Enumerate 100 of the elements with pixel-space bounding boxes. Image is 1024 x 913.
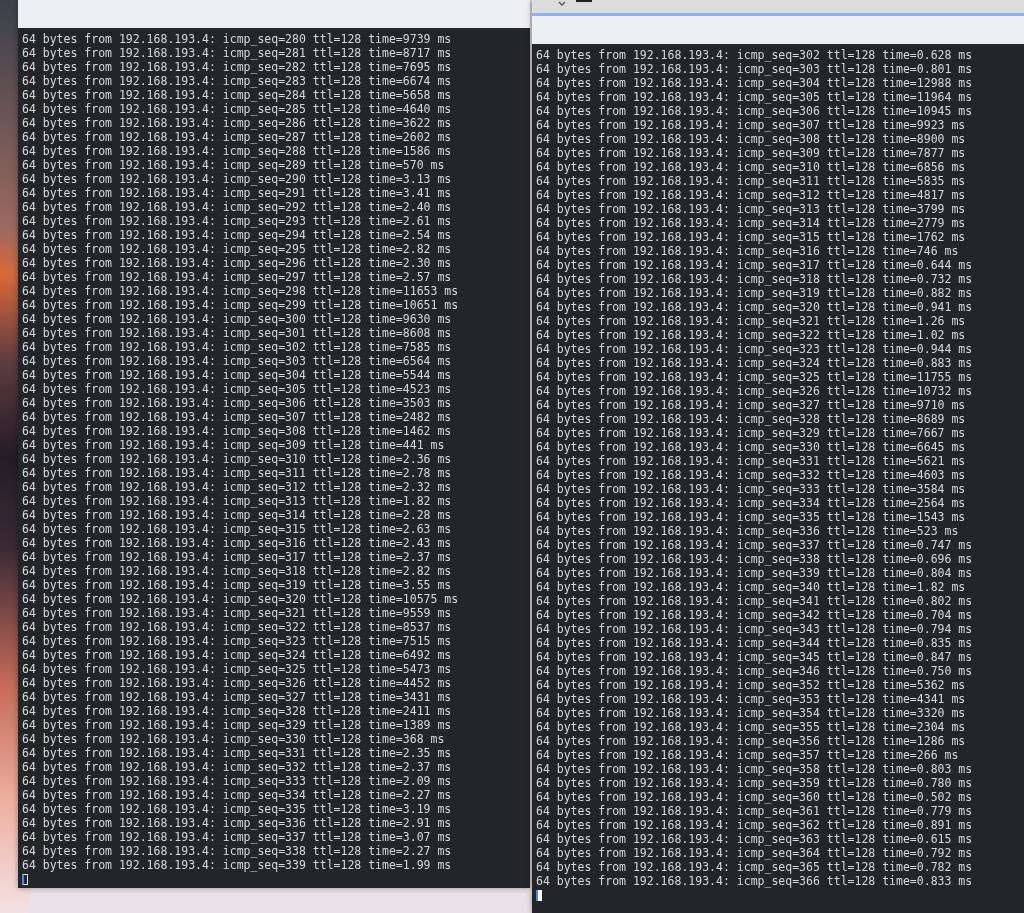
output-line: 64 bytes from 192.168.193.4: icmp_seq=312 ttl=128 time=2.32 ms bbox=[22, 480, 452, 494]
output-line: 64 bytes from 192.168.193.4: icmp_seq=345 ttl=128 time=0.847 ms bbox=[536, 650, 973, 664]
output-line: 64 bytes from 192.168.193.4: icmp_seq=291 ttl=128 time=3.41 ms bbox=[22, 186, 452, 200]
output-line: 64 bytes from 192.168.193.4: icmp_seq=301 ttl=128 time=8608 ms bbox=[22, 326, 452, 340]
output-line: 64 bytes from 192.168.193.4: icmp_seq=337 ttl=128 time=3.07 ms bbox=[22, 830, 452, 844]
output-line: 64 bytes from 192.168.193.4: icmp_seq=333 ttl=128 time=3584 ms bbox=[536, 482, 966, 496]
output-line: 64 bytes from 192.168.193.4: icmp_seq=302 ttl=128 time=7585 ms bbox=[22, 340, 452, 354]
output-line: 64 bytes from 192.168.193.4: icmp_seq=319 ttl=128 time=3.55 ms bbox=[22, 578, 452, 592]
output-line: 64 bytes from 192.168.193.4: icmp_seq=309 ttl=128 time=441 ms bbox=[22, 438, 445, 452]
output-line: 64 bytes from 192.168.193.4: icmp_seq=323 ttl=128 time=0.944 ms bbox=[536, 342, 973, 356]
output-line: 64 bytes from 192.168.193.4: icmp_seq=338 ttl=128 time=0.696 ms bbox=[536, 552, 973, 566]
output-line: 64 bytes from 192.168.193.4: icmp_seq=283 ttl=128 time=6674 ms bbox=[22, 74, 452, 88]
output-line: 64 bytes from 192.168.193.4: icmp_seq=366 ttl=128 time=0.833 ms bbox=[536, 874, 973, 888]
output-line: 64 bytes from 192.168.193.4: icmp_seq=324 ttl=128 time=0.883 ms bbox=[536, 356, 973, 370]
output-line: 64 bytes from 192.168.193.4: icmp_seq=318 ttl=128 time=0.732 ms bbox=[536, 272, 973, 286]
output-line: 64 bytes from 192.168.193.4: icmp_seq=361 ttl=128 time=0.779 ms bbox=[536, 804, 973, 818]
output-line: 64 bytes from 192.168.193.4: icmp_seq=292 ttl=128 time=2.40 ms bbox=[22, 200, 452, 214]
output-line: 64 bytes from 192.168.193.4: icmp_seq=332 ttl=128 time=4603 ms bbox=[536, 468, 966, 482]
output-line: 64 bytes from 192.168.193.4: icmp_seq=311 ttl=128 time=5835 ms bbox=[536, 174, 966, 188]
output-line: 64 bytes from 192.168.193.4: icmp_seq=294 ttl=128 time=2.54 ms bbox=[22, 228, 452, 242]
output-line: 64 bytes from 192.168.193.4: icmp_seq=310 ttl=128 time=2.36 ms bbox=[22, 452, 452, 466]
output-line: 64 bytes from 192.168.193.4: icmp_seq=321 ttl=128 time=1.26 ms bbox=[536, 314, 966, 328]
output-line: 64 bytes from 192.168.193.4: icmp_seq=329 ttl=128 time=7667 ms bbox=[536, 426, 966, 440]
output-line: 64 bytes from 192.168.193.4: icmp_seq=300 ttl=128 time=9630 ms bbox=[22, 312, 452, 326]
output-line: 64 bytes from 192.168.193.4: icmp_seq=324 ttl=128 time=6492 ms bbox=[22, 648, 452, 662]
output-line: 64 bytes from 192.168.193.4: icmp_seq=338 ttl=128 time=2.27 ms bbox=[22, 844, 452, 858]
output-line: 64 bytes from 192.168.193.4: icmp_seq=340 ttl=128 time=1.82 ms bbox=[536, 580, 966, 594]
output-line: 64 bytes from 192.168.193.4: icmp_seq=335 ttl=128 time=1543 ms bbox=[536, 510, 966, 524]
output-line: 64 bytes from 192.168.193.4: icmp_seq=302 ttl=128 time=0.628 ms bbox=[536, 48, 973, 62]
output-line: 64 bytes from 192.168.193.4: icmp_seq=286 ttl=128 time=3622 ms bbox=[22, 116, 452, 130]
output-line: 64 bytes from 192.168.193.4: icmp_seq=314 ttl=128 time=2779 ms bbox=[536, 216, 966, 230]
output-line: 64 bytes from 192.168.193.4: icmp_seq=288 ttl=128 time=1586 ms bbox=[22, 144, 452, 158]
output-line: 64 bytes from 192.168.193.4: icmp_seq=282 ttl=128 time=7695 ms bbox=[22, 60, 452, 74]
output-line: 64 bytes from 192.168.193.4: icmp_seq=319 ttl=128 time=0.882 ms bbox=[536, 286, 973, 300]
output-line: 64 bytes from 192.168.193.4: icmp_seq=331 ttl=128 time=5621 ms bbox=[536, 454, 966, 468]
output-line: 64 bytes from 192.168.193.4: icmp_seq=281 ttl=128 time=8717 ms bbox=[22, 46, 452, 60]
output-line: 64 bytes from 192.168.193.4: icmp_seq=315 ttl=128 time=1762 ms bbox=[536, 230, 966, 244]
output-line: 64 bytes from 192.168.193.4: icmp_seq=354 ttl=128 time=3320 ms bbox=[536, 706, 966, 720]
output-line: 64 bytes from 192.168.193.4: icmp_seq=313 ttl=128 time=3799 ms bbox=[536, 202, 966, 216]
output-line: 64 bytes from 192.168.193.4: icmp_seq=287 ttl=128 time=2602 ms bbox=[22, 130, 452, 144]
output-line: 64 bytes from 192.168.193.4: icmp_seq=327 ttl=128 time=9710 ms bbox=[536, 398, 966, 412]
output-line: 64 bytes from 192.168.193.4: icmp_seq=325 ttl=128 time=5473 ms bbox=[22, 662, 452, 676]
output-line: 64 bytes from 192.168.193.4: icmp_seq=309 ttl=128 time=7877 ms bbox=[536, 146, 966, 160]
output-line: 64 bytes from 192.168.193.4: icmp_seq=280 ttl=128 time=9739 ms bbox=[22, 32, 452, 46]
output-line: 64 bytes from 192.168.193.4: icmp_seq=316 ttl=128 time=746 ms bbox=[536, 244, 959, 258]
output-line: 64 bytes from 192.168.193.4: icmp_seq=334 ttl=128 time=2.27 ms bbox=[22, 788, 452, 802]
output-line: 64 bytes from 192.168.193.4: icmp_seq=318 ttl=128 time=2.82 ms bbox=[22, 564, 452, 578]
output-line: 64 bytes from 192.168.193.4: icmp_seq=311 ttl=128 time=2.78 ms bbox=[22, 466, 452, 480]
output-line: 64 bytes from 192.168.193.4: icmp_seq=339 ttl=128 time=0.804 ms bbox=[536, 566, 973, 580]
output-line: 64 bytes from 192.168.193.4: icmp_seq=362 ttl=128 time=0.891 ms bbox=[536, 818, 973, 832]
output-line: 64 bytes from 192.168.193.4: icmp_seq=321 ttl=128 time=9559 ms bbox=[22, 606, 452, 620]
output-line: 64 bytes from 192.168.193.4: icmp_seq=358 ttl=128 time=0.803 ms bbox=[536, 762, 973, 776]
output-line: 64 bytes from 192.168.193.4: icmp_seq=327 ttl=128 time=3431 ms bbox=[22, 690, 452, 704]
output-line: 64 bytes from 192.168.193.4: icmp_seq=336 ttl=128 time=523 ms bbox=[536, 524, 959, 538]
output-line: 64 bytes from 192.168.193.4: icmp_seq=325 ttl=128 time=11755 ms bbox=[536, 370, 973, 384]
output-line: 64 bytes from 192.168.193.4: icmp_seq=328 ttl=128 time=8689 ms bbox=[536, 412, 966, 426]
output-line: 64 bytes from 192.168.193.4: icmp_seq=308 ttl=128 time=1462 ms bbox=[22, 424, 452, 438]
output-line: 64 bytes from 192.168.193.4: icmp_seq=330 ttl=128 time=368 ms bbox=[22, 732, 445, 746]
output-line: 64 bytes from 192.168.193.4: icmp_seq=305 ttl=128 time=11964 ms bbox=[536, 90, 973, 104]
output-line: 64 bytes from 192.168.193.4: icmp_seq=310 ttl=128 time=6856 ms bbox=[536, 160, 966, 174]
output-line: 64 bytes from 192.168.193.4: icmp_seq=342 ttl=128 time=0.704 ms bbox=[536, 608, 973, 622]
output-line: 64 bytes from 192.168.193.4: icmp_seq=364 ttl=128 time=0.792 ms bbox=[536, 846, 973, 860]
output-line: 64 bytes from 192.168.193.4: icmp_seq=333 ttl=128 time=2.09 ms bbox=[22, 774, 452, 788]
output-line: 64 bytes from 192.168.193.4: icmp_seq=346 ttl=128 time=0.750 ms bbox=[536, 664, 973, 678]
output-line: 64 bytes from 192.168.193.4: icmp_seq=330 ttl=128 time=6645 ms bbox=[536, 440, 966, 454]
output-line: 64 bytes from 192.168.193.4: icmp_seq=289 ttl=128 time=570 ms bbox=[22, 158, 445, 172]
output-line: 64 bytes from 192.168.193.4: icmp_seq=343 ttl=128 time=0.794 ms bbox=[536, 622, 973, 636]
output-line: 64 bytes from 192.168.193.4: icmp_seq=332 ttl=128 time=2.37 ms bbox=[22, 760, 452, 774]
output-line: 64 bytes from 192.168.193.4: icmp_seq=303 ttl=128 time=0.801 ms bbox=[536, 62, 973, 76]
output-line: 64 bytes from 192.168.193.4: icmp_seq=335 ttl=128 time=3.19 ms bbox=[22, 802, 452, 816]
output-line: 64 bytes from 192.168.193.4: icmp_seq=329 ttl=128 time=1389 ms bbox=[22, 718, 452, 732]
output-line: 64 bytes from 192.168.193.4: icmp_seq=316 ttl=128 time=2.43 ms bbox=[22, 536, 452, 550]
output-line: 64 bytes from 192.168.193.4: icmp_seq=313 ttl=128 time=1.82 ms bbox=[22, 494, 452, 508]
output-line: 64 bytes from 192.168.193.4: icmp_seq=306 ttl=128 time=10945 ms bbox=[536, 104, 973, 118]
output-line: 64 bytes from 192.168.193.4: icmp_seq=326 ttl=128 time=10732 ms bbox=[536, 384, 973, 398]
output-line: 64 bytes from 192.168.193.4: icmp_seq=305 ttl=128 time=4523 ms bbox=[22, 382, 452, 396]
output-line: 64 bytes from 192.168.193.4: icmp_seq=307 ttl=128 time=9923 ms bbox=[536, 118, 966, 132]
output-line: 64 bytes from 192.168.193.4: icmp_seq=285 ttl=128 time=4640 ms bbox=[22, 102, 452, 116]
output-line: 64 bytes from 192.168.193.4: icmp_seq=356 ttl=128 time=1286 ms bbox=[536, 734, 966, 748]
output-line: 64 bytes from 192.168.193.4: icmp_seq=303 ttl=128 time=6564 ms bbox=[22, 354, 452, 368]
output-line: 64 bytes from 192.168.193.4: icmp_seq=337 ttl=128 time=0.747 ms bbox=[536, 538, 973, 552]
output-line: 64 bytes from 192.168.193.4: icmp_seq=365 ttl=128 time=0.782 ms bbox=[536, 860, 973, 874]
output-line: 64 bytes from 192.168.193.4: icmp_seq=317 ttl=128 time=0.644 ms bbox=[536, 258, 973, 272]
output-line: 64 bytes from 192.168.193.4: icmp_seq=290 ttl=128 time=3.13 ms bbox=[22, 172, 452, 186]
output-line: 64 bytes from 192.168.193.4: icmp_seq=352 ttl=128 time=5362 ms bbox=[536, 678, 966, 692]
output-line: 64 bytes from 192.168.193.4: icmp_seq=334 ttl=128 time=2564 ms bbox=[536, 496, 966, 510]
output-line: 64 bytes from 192.168.193.4: icmp_seq=341 ttl=128 time=0.802 ms bbox=[536, 594, 973, 608]
output-line: 64 bytes from 192.168.193.4: icmp_seq=304 ttl=128 time=5544 ms bbox=[22, 368, 452, 382]
output-line: 64 bytes from 192.168.193.4: icmp_seq=323 ttl=128 time=7515 ms bbox=[22, 634, 452, 648]
output-line: 64 bytes from 192.168.193.4: icmp_seq=331 ttl=128 time=2.35 ms bbox=[22, 746, 452, 760]
output-line: 64 bytes from 192.168.193.4: icmp_seq=355 ttl=128 time=2304 ms bbox=[536, 720, 966, 734]
output-line: 64 bytes from 192.168.193.4: icmp_seq=307 ttl=128 time=2482 ms bbox=[22, 410, 452, 424]
output-line: 64 bytes from 192.168.193.4: icmp_seq=314 ttl=128 time=2.28 ms bbox=[22, 508, 452, 522]
output-line: 64 bytes from 192.168.193.4: icmp_seq=315 ttl=128 time=2.63 ms bbox=[22, 522, 452, 536]
chevron-down-icon[interactable] bbox=[558, 1, 566, 7]
output-line: 64 bytes from 192.168.193.4: icmp_seq=357 ttl=128 time=266 ms bbox=[536, 748, 959, 762]
output-line: 64 bytes from 192.168.193.4: icmp_seq=359 ttl=128 time=0.780 ms bbox=[536, 776, 973, 790]
output-line: 64 bytes from 192.168.193.4: icmp_seq=339 ttl=128 time=1.99 ms bbox=[22, 858, 452, 872]
output-line: 64 bytes from 192.168.193.4: icmp_seq=293 ttl=128 time=2.61 ms bbox=[22, 214, 452, 228]
output-line: 64 bytes from 192.168.193.4: icmp_seq=299 ttl=128 time=10651 ms bbox=[22, 298, 459, 312]
